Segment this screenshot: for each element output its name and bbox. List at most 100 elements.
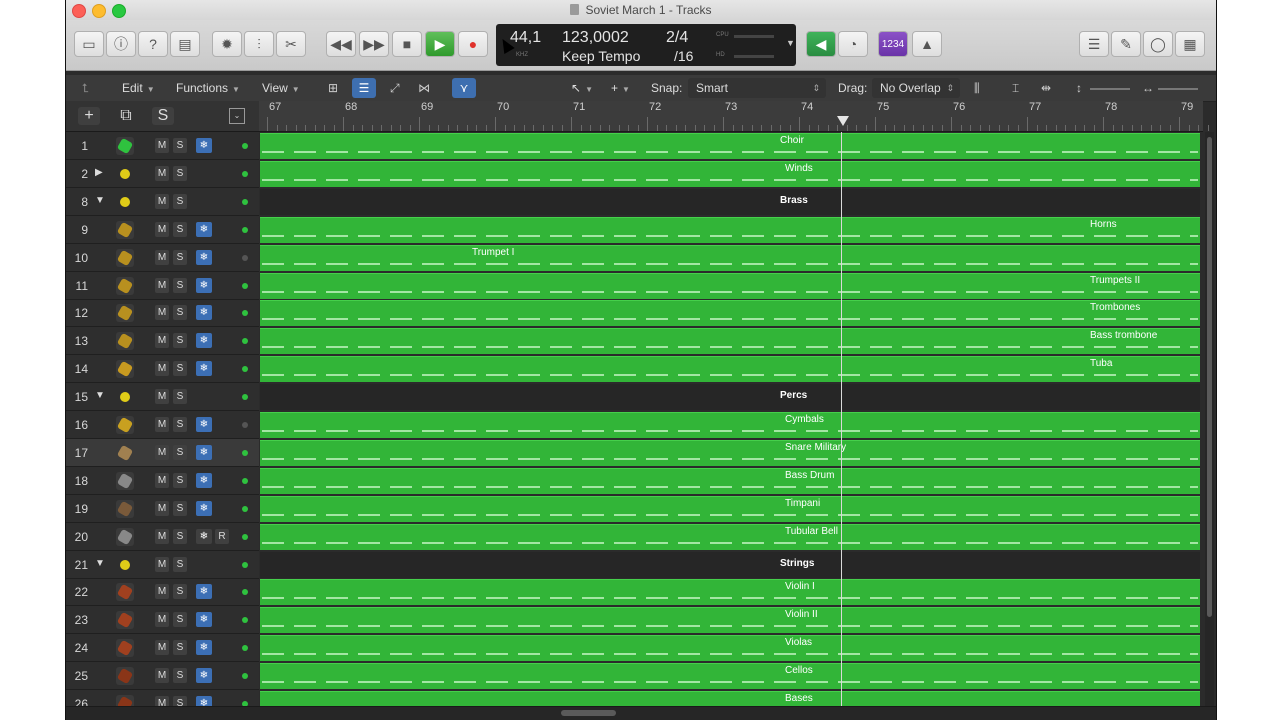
solo-button[interactable]: S	[173, 361, 187, 376]
horizontal-zoom-slider[interactable]	[1158, 88, 1198, 90]
track-header-20[interactable]: 20 M S ❄ R	[66, 523, 259, 551]
forward-button[interactable]: ▶▶	[359, 31, 389, 57]
lcd-dropdown-icon[interactable]: ▼	[786, 38, 795, 48]
mute-button[interactable]: M	[155, 668, 169, 683]
track-on-indicator[interactable]	[242, 394, 248, 400]
mute-button[interactable]: M	[155, 612, 169, 627]
mute-button[interactable]: M	[155, 222, 169, 237]
mute-button[interactable]: M	[155, 305, 169, 320]
freeze-icon[interactable]: ❄	[196, 640, 212, 655]
master-volume-button[interactable]: ◀	[806, 31, 836, 57]
lcd-display[interactable]: 44,1 KHZ 123,0002 Keep Tempo 2/4 /16 CPU…	[496, 24, 796, 66]
track-header-23[interactable]: 23 M S ❄	[66, 606, 259, 634]
track-header-24[interactable]: 24 M S ❄	[66, 634, 259, 662]
region[interactable]: Violin I	[260, 579, 1200, 605]
track-header-8[interactable]: 8 ▼ M S	[66, 188, 259, 216]
mute-button[interactable]: M	[155, 138, 169, 153]
freeze-icon[interactable]: ❄	[196, 250, 212, 265]
region[interactable]: Cellos	[260, 663, 1200, 689]
region[interactable]: Cymbals	[260, 412, 1200, 438]
solo-button[interactable]: S	[173, 445, 187, 460]
track-on-indicator[interactable]	[242, 310, 248, 316]
vertical-fit-icon[interactable]: ⌶	[1012, 81, 1019, 96]
region[interactable]: Bass Drum	[260, 468, 1200, 494]
region[interactable]: Snare Military	[260, 440, 1200, 466]
track-on-indicator[interactable]	[242, 338, 248, 344]
toolbar-button[interactable]: ▤	[170, 31, 200, 57]
record-button[interactable]: ●	[458, 31, 488, 57]
disclosure-triangle-icon[interactable]: ▶	[95, 167, 103, 178]
waveform-zoom-icon[interactable]: ⫼	[974, 81, 980, 96]
back-icon[interactable]: ⮤	[82, 81, 89, 96]
horizontal-scrollbar[interactable]	[66, 706, 1216, 720]
solo-button[interactable]: S	[173, 612, 187, 627]
solo-button[interactable]: S	[173, 557, 187, 572]
freeze-icon[interactable]: ❄	[196, 222, 212, 237]
track-header-15[interactable]: 15 ▼ M S	[66, 383, 259, 411]
track-on-indicator[interactable]	[242, 645, 248, 651]
edit-menu[interactable]: Edit ▼	[122, 81, 155, 95]
pointer-tool[interactable]: ↖ ▼	[571, 81, 593, 95]
region[interactable]: Trumpet I	[260, 245, 1200, 271]
freeze-icon[interactable]: ❄	[196, 138, 212, 153]
track-on-indicator[interactable]	[242, 171, 248, 177]
browser-button[interactable]: ▦	[1175, 31, 1205, 57]
track-on-indicator[interactable]	[242, 199, 248, 205]
region[interactable]: Winds	[260, 161, 1200, 187]
solo-button[interactable]: S	[173, 501, 187, 516]
region[interactable]: Tubular Bell	[260, 524, 1200, 550]
rewind-button[interactable]: ◀◀	[326, 31, 356, 57]
play-button[interactable]: ▶	[425, 31, 455, 57]
vertical-zoom-slider[interactable]	[1090, 88, 1130, 90]
freeze-icon[interactable]: ❄	[196, 278, 212, 293]
track-on-indicator[interactable]	[242, 506, 248, 512]
smart-controls-button[interactable]: ✹	[212, 31, 242, 57]
solo-button[interactable]: S	[173, 138, 187, 153]
mute-button[interactable]: M	[155, 389, 169, 404]
mute-button[interactable]: M	[155, 333, 169, 348]
disclosure-triangle-icon[interactable]: ▼	[95, 390, 105, 401]
automation-icon[interactable]: ⤢	[390, 81, 400, 96]
record-enable-button[interactable]: R	[215, 529, 229, 544]
region[interactable]: Trombones	[260, 300, 1200, 326]
track-on-indicator[interactable]	[242, 283, 248, 289]
disclosure-triangle-icon[interactable]: ▼	[95, 558, 105, 569]
mute-button[interactable]: M	[155, 166, 169, 181]
track-header-menu-icon[interactable]: ⌄	[229, 108, 245, 124]
folder-region[interactable]: Percs	[260, 384, 1200, 410]
ruler[interactable]: 67 68 69 70 71 72 73 74 75 76 77 78 79	[259, 101, 1209, 132]
region[interactable]: Choir	[260, 133, 1200, 159]
track-on-indicator[interactable]	[242, 227, 248, 233]
track-on-indicator[interactable]	[242, 589, 248, 595]
solo-button[interactable]: S	[173, 278, 187, 293]
track-on-indicator[interactable]	[242, 255, 248, 261]
disclosure-triangle-icon[interactable]: ▼	[95, 195, 105, 206]
track-header-12[interactable]: 12 M S ❄	[66, 299, 259, 327]
freeze-icon[interactable]: ❄	[196, 501, 212, 516]
mute-button[interactable]: M	[155, 445, 169, 460]
horizontal-scroll-thumb[interactable]	[561, 710, 616, 716]
mute-button[interactable]: M	[155, 473, 169, 488]
track-on-indicator[interactable]	[242, 534, 248, 540]
drag-dropdown[interactable]: No Overlap ⇕	[872, 78, 960, 98]
freeze-icon[interactable]: ❄	[196, 305, 212, 320]
region[interactable]: Horns	[260, 217, 1200, 243]
mute-button[interactable]: M	[155, 584, 169, 599]
track-header-13[interactable]: 13 M S ❄	[66, 327, 259, 355]
vertical-scroll-thumb[interactable]	[1207, 137, 1212, 617]
horizontal-zoom-icon[interactable]: ↔	[1142, 81, 1154, 95]
library-button[interactable]: ▭	[74, 31, 104, 57]
mute-button[interactable]: M	[155, 361, 169, 376]
horizontal-fit-icon[interactable]: ⇹	[1041, 81, 1051, 95]
freeze-icon[interactable]: ❄	[196, 361, 212, 376]
mute-button[interactable]: M	[155, 194, 169, 209]
track-header-10[interactable]: 10 M S ❄	[66, 244, 259, 272]
track-on-indicator[interactable]	[242, 422, 248, 428]
freeze-icon[interactable]: ❄	[196, 417, 212, 432]
freeze-icon[interactable]: ❄	[196, 612, 212, 627]
track-on-indicator[interactable]	[242, 143, 248, 149]
freeze-icon[interactable]: ❄	[196, 529, 212, 544]
mute-button[interactable]: M	[155, 501, 169, 516]
freeze-icon[interactable]: ❄	[196, 668, 212, 683]
track-header-25[interactable]: 25 M S ❄	[66, 662, 259, 690]
